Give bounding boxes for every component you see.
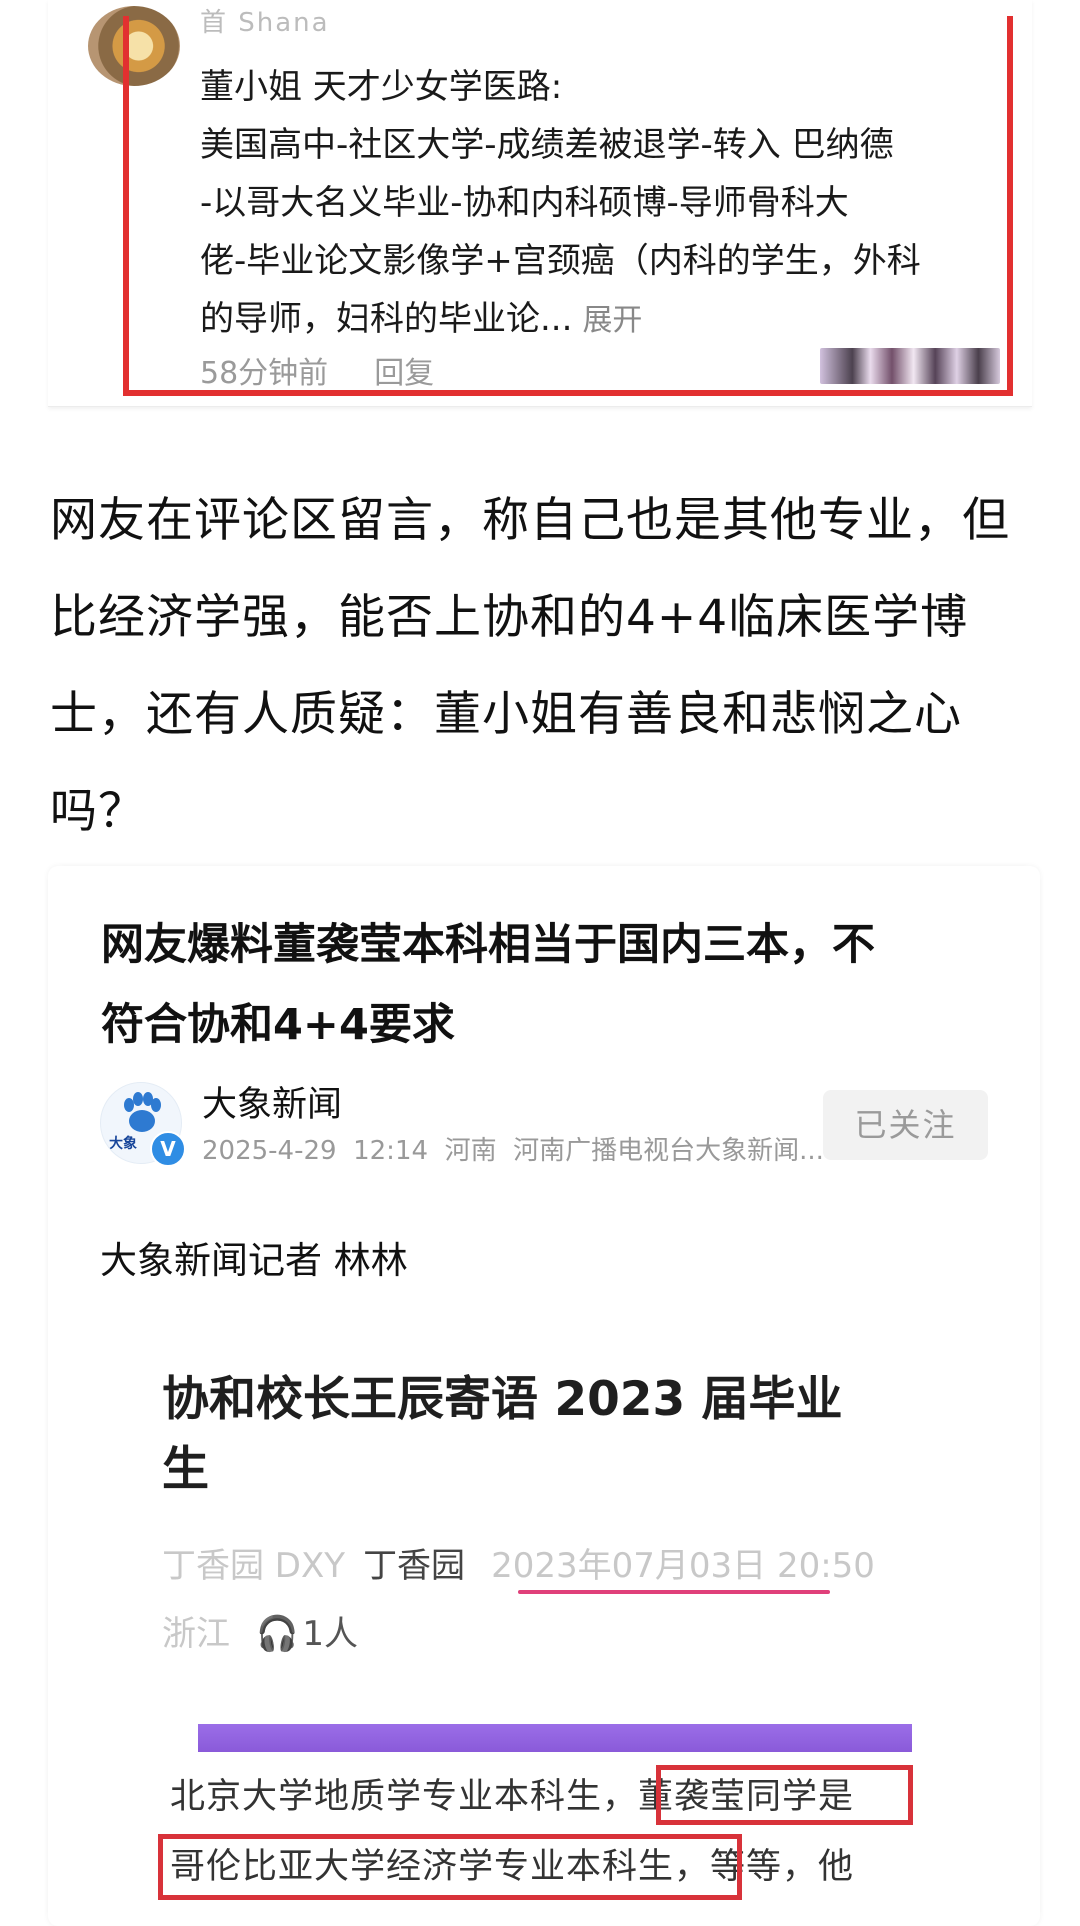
news-title-line: 符合协和4+4要求 bbox=[101, 1000, 455, 1050]
publisher-name: 河南广播电视台大象新闻... bbox=[513, 1136, 824, 1166]
embedded-title-line: 生 bbox=[162, 1442, 209, 1497]
source-name[interactable]: 大象新闻 bbox=[202, 1076, 342, 1127]
article-paragraph: 网友在评论区留言，称自己也是其他专业，但比经济学强，能否上协和的4+4临床医学博… bbox=[50, 493, 1010, 839]
date-underline bbox=[518, 1590, 830, 1594]
embedded-author: 丁香园 bbox=[363, 1546, 466, 1586]
embedded-time: 20:50 bbox=[776, 1546, 875, 1586]
news-title[interactable]: 网友爆料董袭莹本科相当于国内三本，不 符合协和4+4要求 bbox=[101, 905, 1001, 1065]
embedded-title: 协和校长王辰寄语 2023 届毕业 生 bbox=[162, 1365, 962, 1505]
follow-button[interactable]: 已关注 bbox=[823, 1090, 988, 1160]
highlight-box bbox=[158, 1834, 742, 1900]
embedded-meta: 丁香园 DXY 丁香园 2023年07月03日 20:50 bbox=[162, 1538, 875, 1587]
embedded-date: 2023年07月03日 bbox=[491, 1546, 767, 1586]
embedded-location: 浙江 bbox=[162, 1614, 230, 1654]
verified-icon: V bbox=[150, 1131, 186, 1167]
embedded-account: 丁香园 DXY bbox=[162, 1546, 346, 1586]
reporter-byline: 大象新闻记者 林林 bbox=[100, 1239, 408, 1282]
avatar-logo-text: 大象 bbox=[109, 1136, 137, 1152]
embedded-meta-2: 浙江 🎧 1人 bbox=[162, 1606, 358, 1655]
embedded-title-line: 协和校长王辰寄语 2023 届毕业 bbox=[162, 1372, 843, 1427]
paw-icon bbox=[124, 1092, 161, 1132]
publish-date: 2025-4-29 bbox=[202, 1136, 337, 1166]
publish-location: 河南 bbox=[444, 1136, 497, 1166]
publish-time: 12:14 bbox=[353, 1136, 429, 1166]
news-title-line: 网友爆料董袭莹本科相当于国内三本，不 bbox=[101, 920, 875, 970]
embedded-banner bbox=[198, 1724, 912, 1752]
source-meta: 2025-4-29 12:14 河南 河南广播电视台大象新闻... bbox=[202, 1130, 824, 1167]
listener-count: 1人 bbox=[302, 1614, 358, 1654]
headphone-icon: 🎧 bbox=[256, 1614, 299, 1654]
highlight-box bbox=[656, 1765, 913, 1825]
highlight-frame bbox=[123, 16, 1013, 396]
